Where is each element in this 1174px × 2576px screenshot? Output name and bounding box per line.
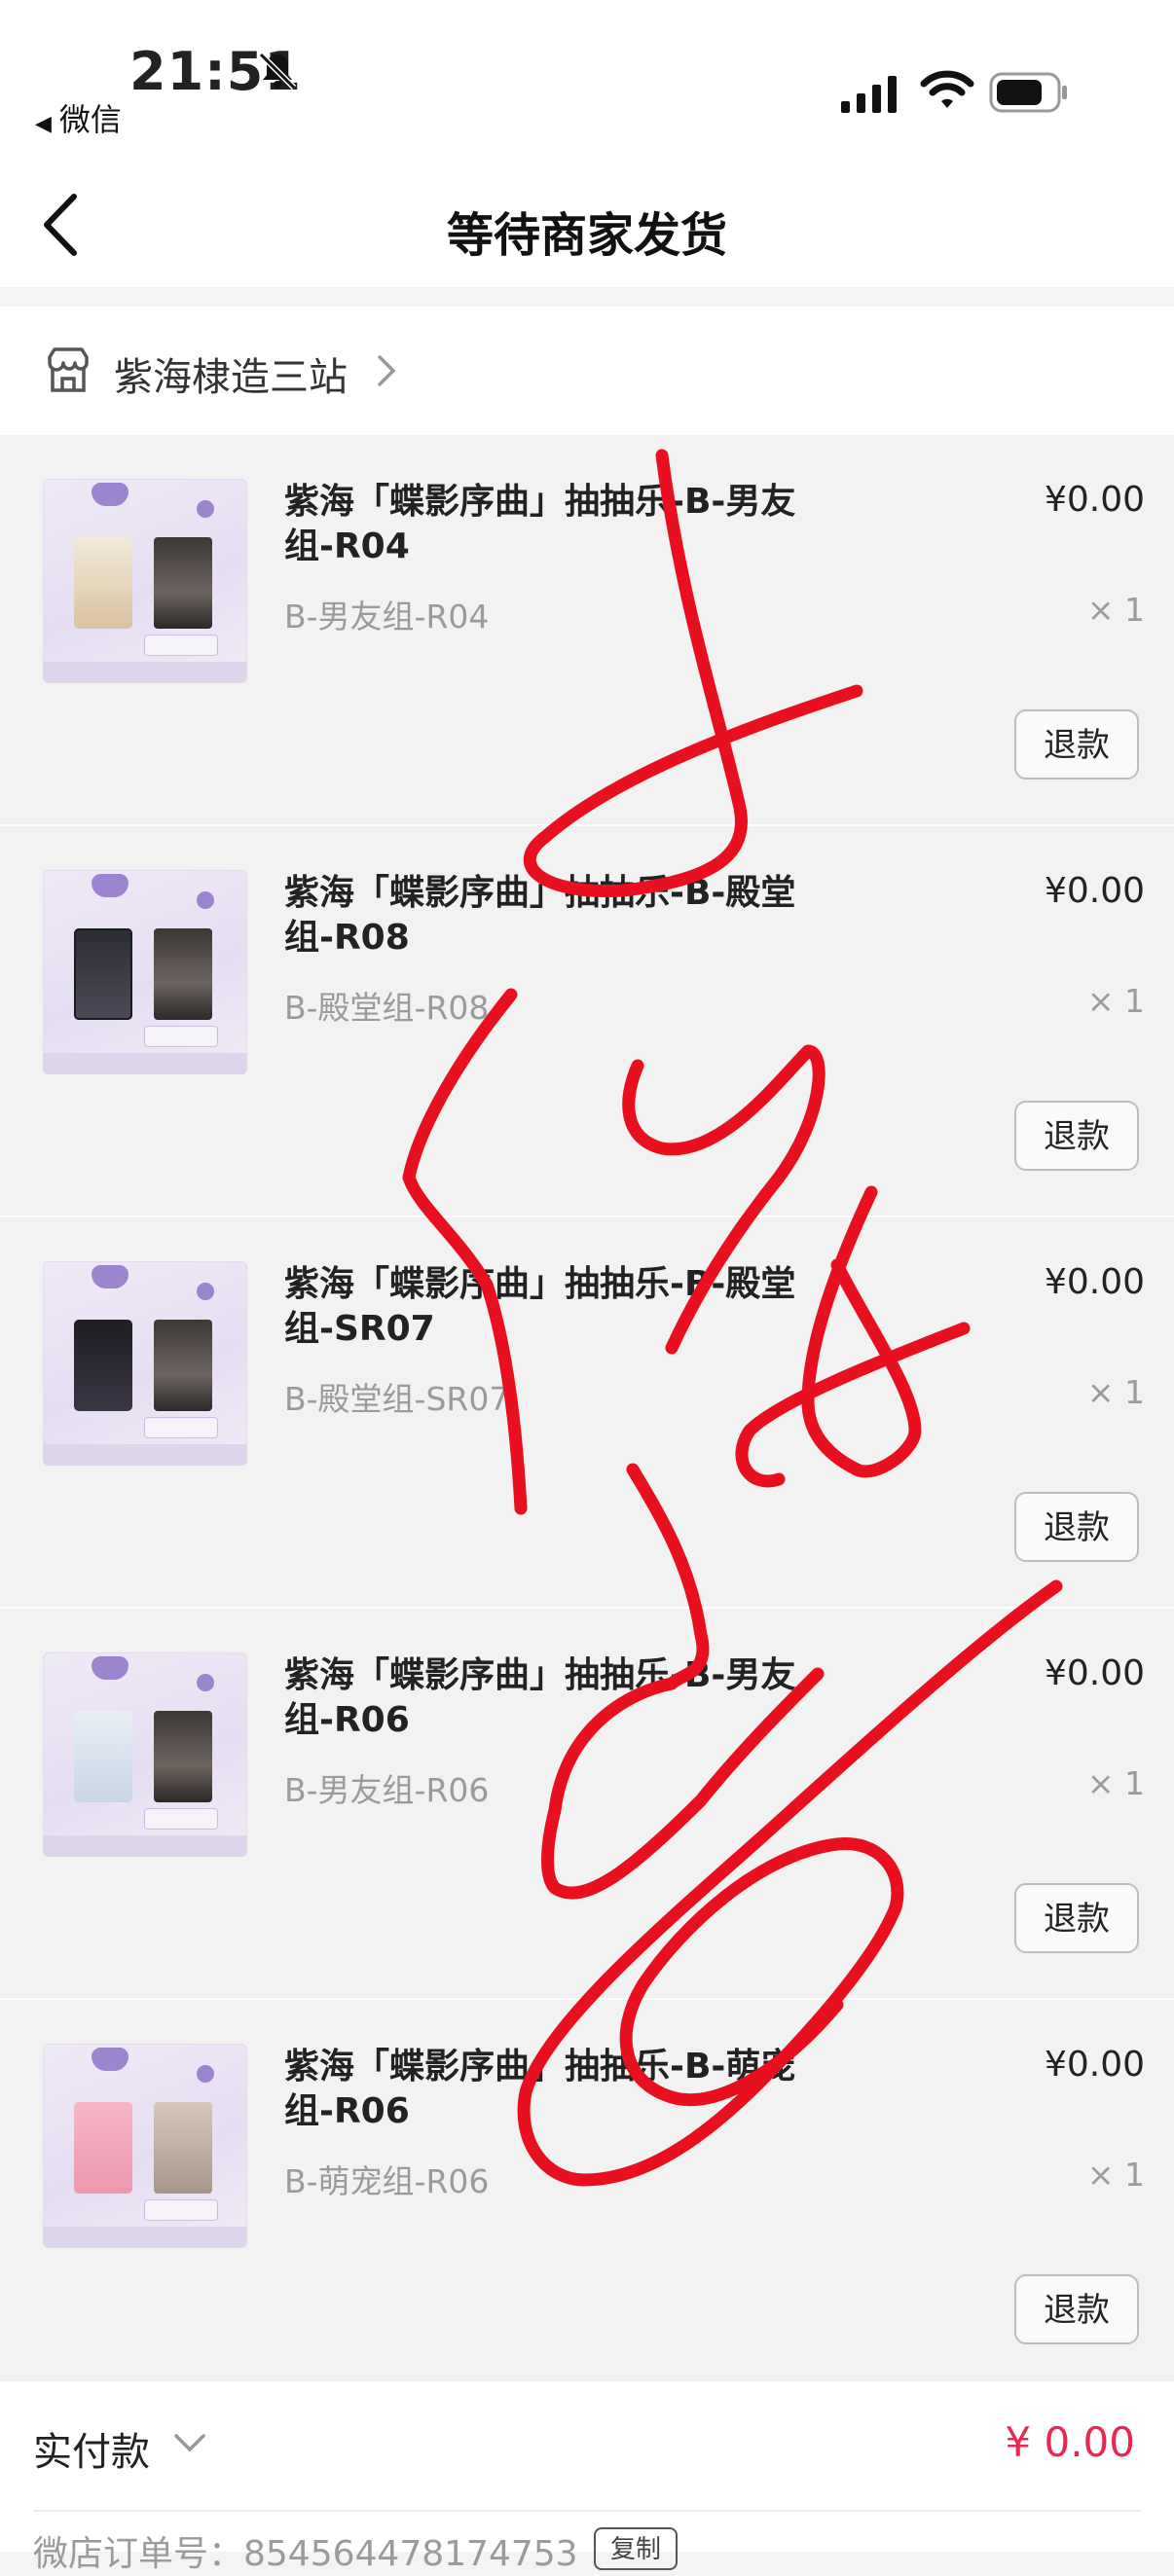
photo-card-image <box>154 928 212 1020</box>
thumbnail-stripe <box>43 1053 247 1074</box>
refund-button[interactable]: 退款 <box>1014 2274 1139 2344</box>
product-title[interactable]: 紫海「蝶影序曲」抽抽乐-B-男友组-R04 <box>284 480 839 569</box>
product-title[interactable]: 紫海「蝶影序曲」抽抽乐-B-殿堂组-SR07 <box>284 1262 839 1352</box>
tarot-card-image <box>74 2102 132 2194</box>
product-quantity: × 1 <box>1086 1764 1145 1802</box>
photo-card-image <box>154 537 212 629</box>
order-items-list: 紫海「蝶影序曲」抽抽乐-B-男友组-R04 B-男友组-R04 ¥0.00 × … <box>0 435 1174 2391</box>
product-price: ¥0.00 <box>1044 1653 1145 1693</box>
product-variant: B-殿堂组-R08 <box>284 989 490 1027</box>
number-badge-icon <box>197 1674 214 1691</box>
heart-badge-icon <box>92 874 128 897</box>
refund-button[interactable]: 退款 <box>1014 1492 1139 1562</box>
product-quantity: × 1 <box>1086 1373 1145 1411</box>
chevron-down-icon[interactable] <box>173 2432 206 2457</box>
number-badge-icon <box>197 500 214 518</box>
heart-badge-icon <box>92 1265 128 1288</box>
battery-icon <box>989 72 1069 117</box>
number-badge-icon <box>197 1283 214 1300</box>
order-item[interactable]: 紫海「蝶影序曲」抽抽乐-B-男友组-R04 B-男友组-R04 ¥0.00 × … <box>0 435 1174 826</box>
product-price: ¥0.00 <box>1044 871 1145 911</box>
tarot-card-image <box>74 537 132 629</box>
order-item[interactable]: 紫海「蝶影序曲」抽抽乐-B-殿堂组-R08 B-殿堂组-R08 ¥0.00 × … <box>0 826 1174 1217</box>
name-plate <box>144 1026 218 1047</box>
refund-button[interactable]: 退款 <box>1014 709 1139 780</box>
back-triangle-icon: ◀ <box>35 112 52 136</box>
copy-button[interactable]: 复制 <box>594 2527 678 2570</box>
product-price: ¥0.00 <box>1044 1262 1145 1302</box>
order-item[interactable]: 紫海「蝶影序曲」抽抽乐-B-萌宠组-R06 B-萌宠组-R06 ¥0.00 × … <box>0 2000 1174 2391</box>
order-item[interactable]: 紫海「蝶影序曲」抽抽乐-B-殿堂组-SR07 B-殿堂组-SR07 ¥0.00 … <box>0 1217 1174 1609</box>
page-title: 等待商家发货 <box>446 208 727 263</box>
store-icon <box>44 345 92 398</box>
product-title[interactable]: 紫海「蝶影序曲」抽抽乐-B-萌宠组-R06 <box>284 2045 839 2134</box>
section-gap <box>0 287 1174 307</box>
nav-bar: 等待商家发货 <box>0 156 1174 287</box>
heart-badge-icon <box>92 1656 128 1680</box>
back-to-app-link[interactable]: ◀ 微信 <box>35 95 122 140</box>
paid-amount-label[interactable]: 实付款 <box>33 2420 150 2477</box>
signal-icon <box>841 74 898 117</box>
product-thumbnail[interactable] <box>43 2044 247 2248</box>
product-variant: B-男友组-R06 <box>284 1771 490 1809</box>
product-quantity: × 1 <box>1086 2156 1145 2194</box>
photo-card-image <box>154 1711 212 1802</box>
back-app-label: 微信 <box>58 101 122 138</box>
name-plate <box>144 1808 218 1830</box>
name-plate <box>144 635 218 656</box>
thumbnail-stripe <box>43 1444 247 1466</box>
name-plate <box>144 1417 218 1438</box>
divider <box>33 2510 1141 2512</box>
order-item[interactable]: 紫海「蝶影序曲」抽抽乐-B-男友组-R06 B-男友组-R06 ¥0.00 × … <box>0 1609 1174 2000</box>
product-price: ¥0.00 <box>1044 480 1145 520</box>
name-plate <box>144 2199 218 2221</box>
product-quantity: × 1 <box>1086 591 1145 629</box>
thumbnail-stripe <box>43 1835 247 1857</box>
wifi-icon <box>920 68 974 115</box>
product-thumbnail[interactable] <box>43 870 247 1074</box>
tarot-card-image <box>74 1320 132 1411</box>
paid-amount-value: ¥ 0.00 <box>1005 2418 1135 2466</box>
shop-row[interactable]: 紫海棣造三站 <box>0 307 1174 435</box>
product-thumbnail[interactable] <box>43 1652 247 1857</box>
tarot-card-image <box>74 928 132 1020</box>
heart-badge-icon <box>92 483 128 506</box>
product-title[interactable]: 紫海「蝶影序曲」抽抽乐-B-殿堂组-R08 <box>284 871 839 961</box>
product-price: ¥0.00 <box>1044 2045 1145 2085</box>
product-title[interactable]: 紫海「蝶影序曲」抽抽乐-B-男友组-R06 <box>284 1653 839 1743</box>
product-variant: B-殿堂组-SR07 <box>284 1380 510 1418</box>
number-badge-icon <box>197 891 214 909</box>
order-summary: 实付款 ¥ 0.00 微店订单号：854564478174753 复制 <box>0 2381 1174 2574</box>
number-badge-icon <box>197 2065 214 2083</box>
thumbnail-stripe <box>43 662 247 683</box>
product-quantity: × 1 <box>1086 982 1145 1020</box>
shop-name: 紫海棣造三站 <box>114 355 348 400</box>
refund-button[interactable]: 退款 <box>1014 1101 1139 1171</box>
mute-bell-icon <box>255 49 300 97</box>
product-variant: B-男友组-R04 <box>284 598 490 635</box>
photo-card-image <box>154 2102 212 2194</box>
chevron-right-icon <box>376 353 397 392</box>
photo-card-image <box>154 1320 212 1411</box>
refund-button[interactable]: 退款 <box>1014 1883 1139 1953</box>
product-thumbnail[interactable] <box>43 1261 247 1466</box>
order-number: 微店订单号：854564478174753 <box>33 2534 578 2574</box>
heart-badge-icon <box>92 2048 128 2071</box>
thumbnail-stripe <box>43 2227 247 2248</box>
status-bar: 21:51 ◀ 微信 <box>0 0 1174 156</box>
product-thumbnail[interactable] <box>43 479 247 683</box>
tarot-card-image <box>74 1711 132 1802</box>
product-variant: B-萌宠组-R06 <box>284 2162 490 2200</box>
